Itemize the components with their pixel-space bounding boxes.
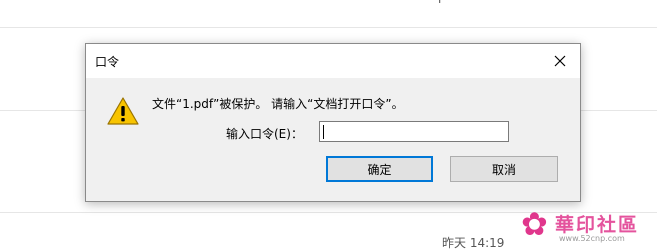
watermark-site: www.52cnp.com bbox=[559, 234, 625, 243]
warning-icon bbox=[106, 96, 140, 126]
close-button[interactable] bbox=[540, 44, 580, 78]
background-text-fragment: l bbox=[438, 0, 441, 6]
password-dialog: 口令 文件“1.pdf”被保护。 请输入“文档打开口令”。 输入口令(E)： 确… bbox=[85, 43, 581, 202]
password-label: 输入口令(E)： bbox=[226, 127, 303, 141]
text-caret bbox=[323, 125, 324, 139]
watermark-title: 華印社區 bbox=[555, 214, 640, 236]
background-timestamp: 昨天 14:19 bbox=[442, 236, 505, 250]
dialog-titlebar[interactable]: 口令 bbox=[86, 44, 580, 78]
ok-button[interactable]: 确定 bbox=[326, 156, 433, 182]
cancel-button[interactable]: 取消 bbox=[450, 156, 558, 182]
watermark-logo: ✿ 華印社區 www.52cnp.com bbox=[521, 208, 651, 248]
background-divider bbox=[0, 27, 657, 28]
close-icon bbox=[554, 55, 566, 67]
password-input[interactable] bbox=[319, 121, 509, 142]
dialog-title: 口令 bbox=[95, 55, 120, 69]
watermark-emblem-icon: ✿ bbox=[521, 205, 548, 243]
protection-message: 文件“1.pdf”被保护。 请输入“文档打开口令”。 bbox=[152, 97, 404, 111]
